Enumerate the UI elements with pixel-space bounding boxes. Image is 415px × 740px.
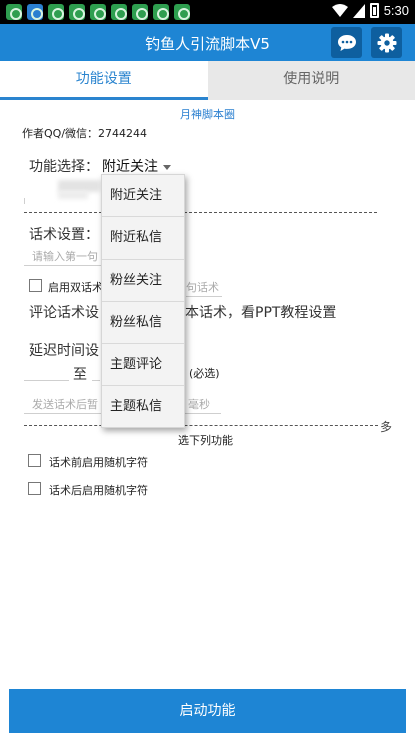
suffix-random-checkbox[interactable] (28, 482, 41, 495)
function-select-value: 附近关注 (102, 159, 158, 175)
chat-button[interactable] (331, 27, 362, 58)
comment-script-label: 评论话术设 (29, 305, 99, 321)
delay-label: 延迟时间设 (29, 343, 99, 359)
first-sentence-input[interactable]: 请输入第一句 (32, 248, 98, 264)
field-tick (24, 198, 25, 204)
delay-to-label: 至 (73, 367, 87, 383)
signal-icon (352, 3, 365, 18)
function-select-dropdown: 附近关注 附近私信 粉丝关注 粉丝私信 主题评论 主题私信 (101, 174, 185, 428)
green-app-icon (111, 4, 127, 20)
dropdown-option[interactable]: 附近私信 (102, 217, 184, 260)
green-app-icon (132, 4, 148, 20)
dropdown-option[interactable]: 粉丝私信 (102, 302, 184, 345)
green-app-icon (174, 4, 190, 20)
prefix-random-checkbox[interactable] (28, 454, 41, 467)
section-divider (24, 212, 377, 213)
second-sentence-input[interactable]: 句话术 (186, 279, 219, 295)
dropdown-option[interactable]: 粉丝关注 (102, 260, 184, 302)
green-app-icon (69, 4, 85, 20)
author-contact: 作者QQ/微信：2744244 (22, 127, 148, 140)
dropdown-option[interactable]: 附近关注 (102, 175, 184, 218)
wifi-icon (331, 3, 348, 17)
blurred-content (58, 191, 88, 199)
send-pause-input[interactable]: 发送话术后暂 (32, 396, 98, 412)
green-app-icon (153, 4, 169, 20)
multi-select-caption: 选下列功能 (178, 434, 233, 447)
chat-bubble-icon (337, 34, 356, 51)
app-header: 钓鱼人引流脚本V5 (0, 24, 415, 61)
ms-unit: 毫秒 (188, 398, 210, 411)
banner-link[interactable]: 月神脚本圈 (0, 106, 415, 122)
tab-function-settings[interactable]: 功能设置 (0, 61, 208, 100)
dual-script-label: 启用双话术 (48, 281, 103, 294)
clock: 5:30 (383, 3, 409, 18)
function-select[interactable]: 附近关注 (102, 156, 171, 175)
section-divider (24, 425, 378, 426)
required-note: (必选) (189, 367, 220, 380)
dual-script-checkbox[interactable] (29, 279, 42, 292)
green-app-icon (48, 4, 64, 20)
start-function-button[interactable]: 启动功能 (9, 689, 406, 733)
more-label: 多 (380, 420, 393, 434)
input-underline (24, 265, 102, 266)
gear-icon (377, 33, 396, 52)
dropdown-option[interactable]: 主题评论 (102, 344, 184, 387)
green-app-icon (6, 4, 22, 20)
input-underline (186, 296, 222, 297)
delay-max-input[interactable] (92, 380, 100, 381)
dropdown-arrow-icon (163, 164, 171, 170)
script-settings-label: 话术设置： (29, 227, 99, 243)
tab-bar: 功能设置 使用说明 (0, 61, 415, 100)
settings-button[interactable] (371, 27, 402, 58)
system-status: 5:30 (331, 3, 409, 18)
comment-script-hint: 本话术，看PPT教程设置 (185, 305, 337, 321)
blue-app-icon (27, 4, 43, 20)
battery-icon (369, 3, 379, 18)
input-underline (24, 413, 101, 414)
dropdown-option[interactable]: 主题私信 (102, 386, 184, 428)
delay-min-input[interactable] (24, 380, 69, 381)
status-bar: 5:30 (0, 0, 415, 24)
input-underline (185, 413, 221, 414)
function-select-label: 功能选择： (29, 159, 99, 175)
green-app-icon (90, 4, 106, 20)
tab-instructions[interactable]: 使用说明 (207, 61, 415, 100)
notification-icons (6, 4, 190, 20)
suffix-random-label: 话术后启用随机字符 (49, 484, 148, 497)
prefix-random-label: 话术前启用随机字符 (49, 456, 148, 469)
